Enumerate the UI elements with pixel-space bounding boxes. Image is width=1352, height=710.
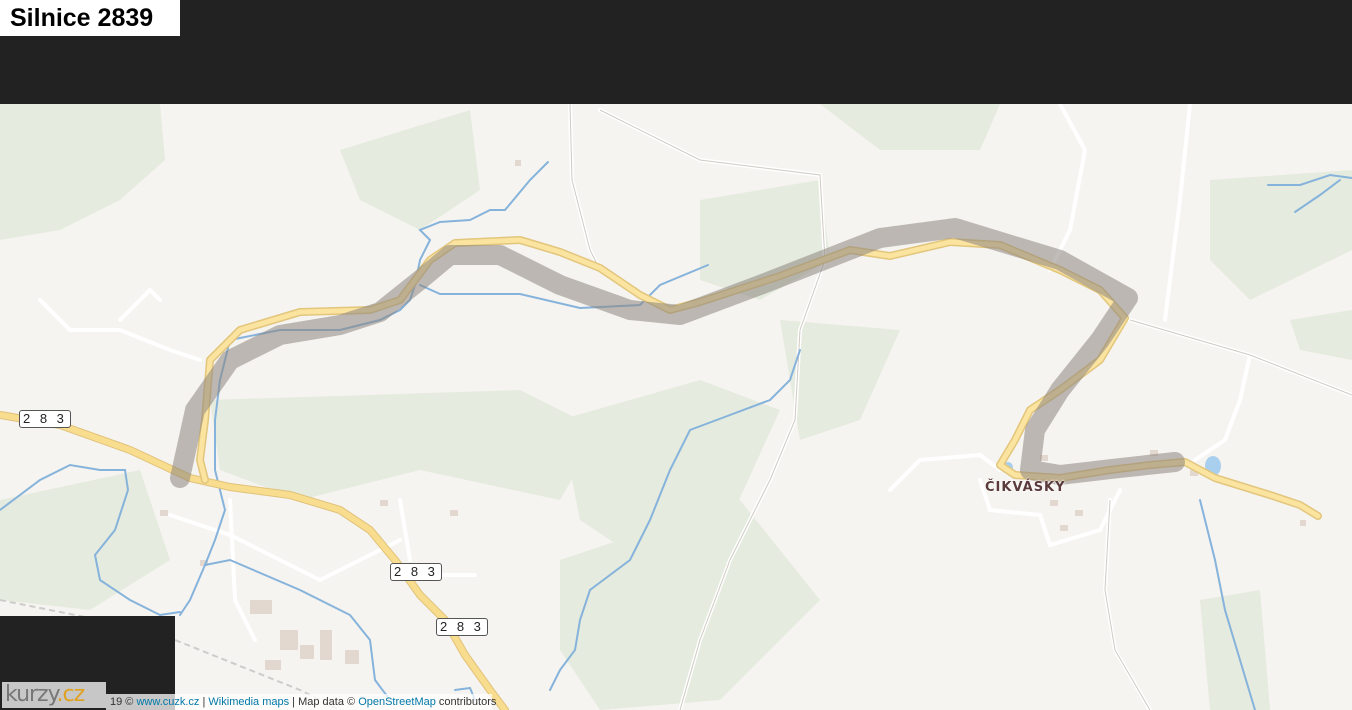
link-openstreetmap[interactable]: OpenStreetMap [358,696,436,708]
page-title: Silnice 2839 [0,0,180,36]
road-shield-283: 2 8 3 [436,618,488,636]
map-layer [0,104,1352,710]
map-canvas[interactable]: 2 8 3 2 8 3 2 8 3 ČIKVÁSKY [0,104,1352,710]
link-wikimedia-maps[interactable]: Wikimedia maps [208,696,289,708]
kurzy-logo[interactable]: kurzy.cz [2,682,106,708]
logo-accent: .cz [56,682,85,707]
link-cuzk[interactable]: www.cuzk.cz [136,696,199,708]
attribution-suffix: contributors [438,696,497,708]
header-bar [0,0,1352,104]
attribution-middle: | Map data © [292,696,356,708]
place-label-cikvasky: ČIKVÁSKY [985,480,1066,495]
attribution-sep: | [202,696,206,708]
map-attribution: 19 © www.cuzk.cz | Wikimedia maps | Map … [106,694,496,710]
attribution-prefix: 19 © [110,696,134,708]
road-shield-283: 2 8 3 [390,563,442,581]
road-shield-283: 2 8 3 [19,410,71,428]
logo-text: kurzy [5,682,57,707]
